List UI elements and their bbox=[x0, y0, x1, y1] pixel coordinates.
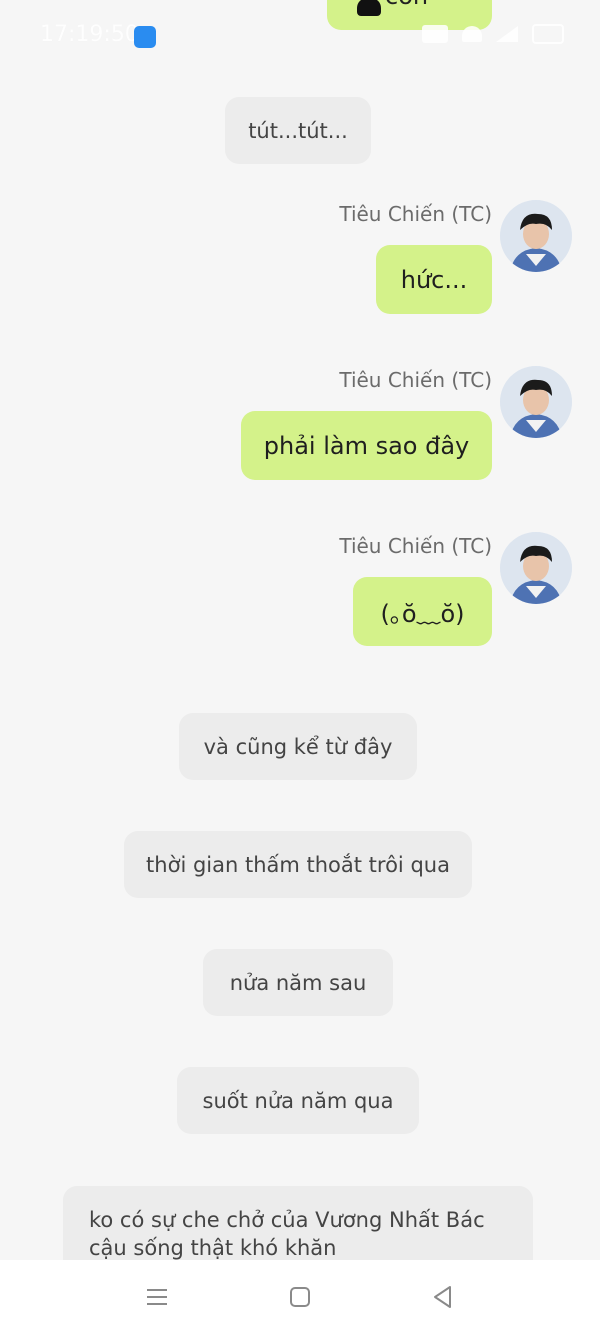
avatar[interactable] bbox=[500, 532, 572, 604]
avatar-image bbox=[500, 366, 572, 438]
chat-screen: 17:19:50 con tút...tút... Tiêu Chiến (TC… bbox=[0, 0, 600, 1260]
avatar-image bbox=[500, 200, 572, 272]
avatar[interactable] bbox=[500, 200, 572, 272]
sender-name: Tiêu Chiến (TC) bbox=[339, 202, 492, 226]
status-time: 17:19:50 bbox=[40, 22, 139, 47]
system-message: thời gian thấm thoắt trôi qua bbox=[124, 831, 472, 898]
system-message: nửa năm sau bbox=[203, 949, 393, 1016]
navigation-bar bbox=[0, 1260, 600, 1333]
sender-name: Tiêu Chiến (TC) bbox=[339, 534, 492, 558]
data-icon bbox=[422, 25, 448, 43]
message-bubble[interactable]: hức... bbox=[376, 245, 492, 314]
wifi-share-icon bbox=[134, 26, 156, 48]
status-bar: 17:19:50 bbox=[0, 0, 600, 72]
message-bubble[interactable]: phải làm sao đây bbox=[241, 411, 492, 480]
status-icons bbox=[422, 24, 564, 44]
home-icon[interactable] bbox=[285, 1282, 315, 1312]
system-message-long: ko có sự che chở của Vương Nhất Bác cậu … bbox=[63, 1186, 533, 1260]
system-message: và cũng kể từ đây bbox=[179, 713, 417, 780]
battery-icon bbox=[532, 24, 564, 44]
back-icon[interactable] bbox=[428, 1282, 458, 1312]
menu-icon[interactable] bbox=[142, 1282, 172, 1312]
system-message: tút...tút... bbox=[225, 97, 371, 164]
message-bubble[interactable]: (｡ŏ﹏ŏ) bbox=[353, 577, 492, 646]
system-message: suốt nửa năm qua bbox=[177, 1067, 419, 1134]
signal-icon bbox=[496, 26, 518, 42]
sender-name: Tiêu Chiến (TC) bbox=[339, 368, 492, 392]
avatar[interactable] bbox=[500, 366, 572, 438]
avatar-image bbox=[500, 532, 572, 604]
wifi-icon bbox=[462, 26, 482, 42]
